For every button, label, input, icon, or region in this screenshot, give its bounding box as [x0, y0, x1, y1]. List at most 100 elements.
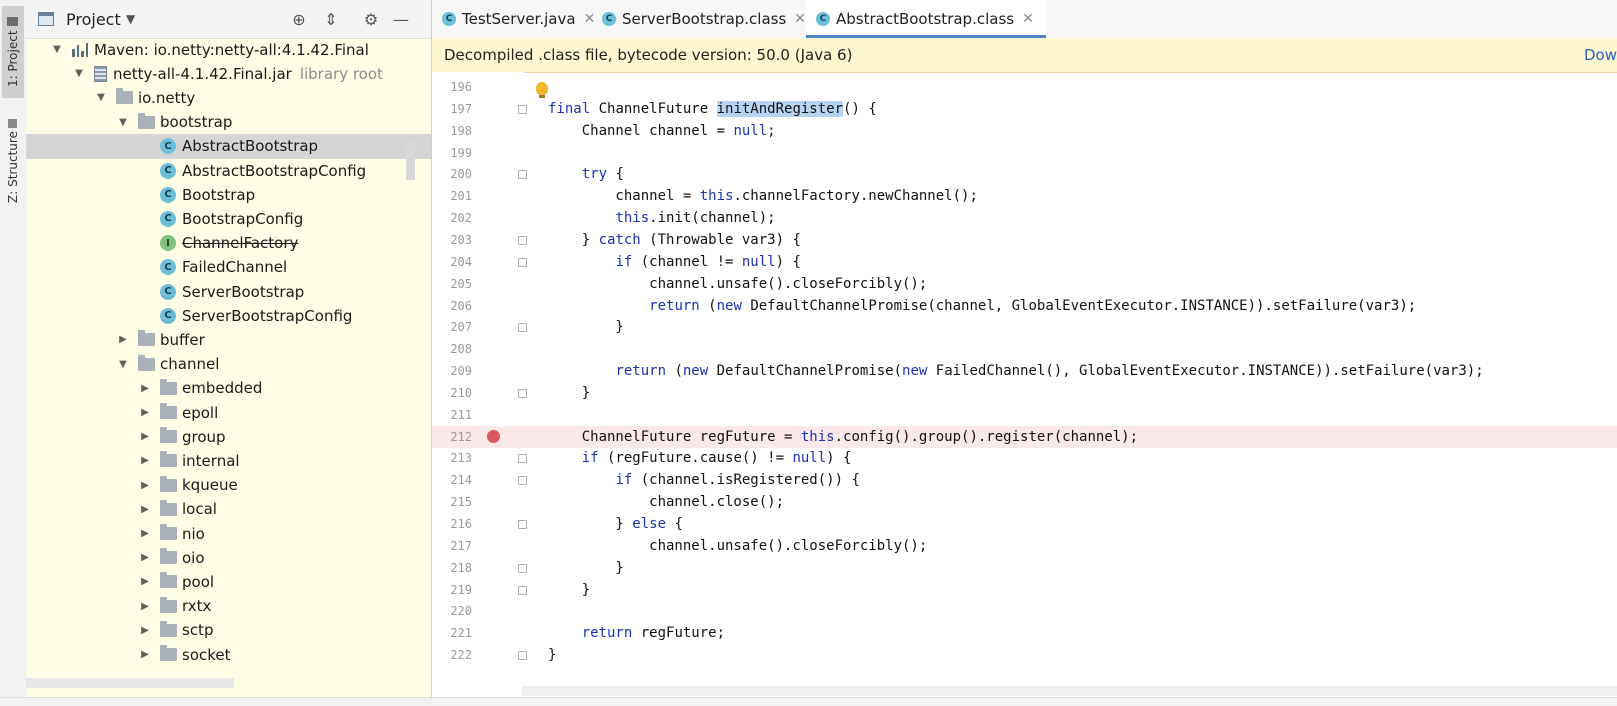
- tree-item[interactable]: ▶CBootstrapConfig: [26, 206, 431, 231]
- line-number[interactable]: 209: [432, 360, 472, 382]
- code-line[interactable]: 220: [432, 600, 1617, 622]
- line-number[interactable]: 202: [432, 207, 472, 229]
- project-tool-tab[interactable]: 1: Project: [2, 6, 24, 98]
- code-line[interactable]: 200 try {: [432, 163, 1617, 185]
- download-sources-link[interactable]: Dow: [1584, 46, 1617, 64]
- tree-item[interactable]: ▶IChannelFactory: [26, 231, 431, 256]
- code-line[interactable]: 212 ChannelFuture regFuture = this.confi…: [432, 425, 1617, 448]
- line-number[interactable]: 217: [432, 535, 472, 557]
- tree-item[interactable]: ▶ pool: [26, 569, 431, 594]
- code-line[interactable]: 198 Channel channel = null;: [432, 120, 1617, 142]
- line-number[interactable]: 216: [432, 513, 472, 535]
- tree-item[interactable]: ▶ socket: [26, 642, 431, 667]
- tree-item[interactable]: ▶CFailedChannel: [26, 255, 431, 280]
- line-number[interactable]: 220: [432, 600, 472, 622]
- fold-marker-icon[interactable]: [518, 170, 527, 180]
- line-number[interactable]: 199: [432, 142, 472, 164]
- fold-marker-icon[interactable]: [518, 476, 527, 486]
- code-line[interactable]: 205 channel.unsafe().closeForcibly();: [432, 273, 1617, 295]
- tree-horizontal-scrollbar[interactable]: [26, 678, 234, 688]
- tree-item[interactable]: ▶CAbstractBootstrap: [26, 133, 431, 159]
- tree-item[interactable]: ▶ rxtx: [26, 594, 431, 619]
- tree-item[interactable]: ▼ channel: [26, 352, 431, 377]
- tree-item[interactable]: ▶ buffer: [26, 327, 431, 352]
- fold-marker-icon[interactable]: [518, 104, 527, 114]
- lightbulb-icon[interactable]: [536, 82, 548, 98]
- tree-item[interactable]: ▶CBootstrap: [26, 182, 431, 207]
- line-number[interactable]: 196: [432, 76, 472, 98]
- line-number[interactable]: 204: [432, 251, 472, 273]
- line-number[interactable]: 206: [432, 295, 472, 317]
- expand-arrow-icon[interactable]: ▼: [72, 68, 86, 79]
- code-line[interactable]: 209 return (new DefaultChannelPromise(ne…: [432, 360, 1617, 382]
- gear-icon[interactable]: ⚙: [360, 8, 382, 30]
- code-line[interactable]: 213 if (regFuture.cause() != null) {: [432, 447, 1617, 469]
- tree-scrollbar[interactable]: [406, 140, 415, 180]
- tree-item[interactable]: ▶ group: [26, 424, 431, 449]
- tree-item[interactable]: ▼ bootstrap: [26, 110, 431, 135]
- collapse-arrow-icon[interactable]: ▶: [138, 625, 152, 636]
- project-view-selector[interactable]: Project: [66, 10, 121, 29]
- tree-item[interactable]: ▶ embedded: [26, 376, 431, 401]
- tree-item[interactable]: ▶ oio: [26, 545, 431, 570]
- fold-marker-icon[interactable]: [518, 235, 527, 245]
- code-line[interactable]: 210 }: [432, 382, 1617, 404]
- line-number[interactable]: 201: [432, 185, 472, 207]
- fold-marker-icon[interactable]: [518, 454, 527, 464]
- tree-item[interactable]: ▼ netty-all-4.1.42.Final.jar library root: [26, 61, 431, 86]
- line-number[interactable]: 197: [432, 98, 472, 120]
- tree-item[interactable]: ▼ Maven: io.netty:netty-all:4.1.42.Final: [26, 37, 431, 62]
- code-line[interactable]: 211: [432, 404, 1617, 426]
- collapse-arrow-icon[interactable]: ▶: [138, 431, 152, 442]
- tree-item[interactable]: ▶CServerBootstrap: [26, 279, 431, 304]
- tree-item[interactable]: ▶ epoll: [26, 400, 431, 425]
- collapse-arrow-icon[interactable]: ▶: [138, 649, 152, 660]
- collapse-arrow-icon[interactable]: ▶: [138, 383, 152, 394]
- line-number[interactable]: 200: [432, 163, 472, 185]
- collapse-arrow-icon[interactable]: ▶: [138, 480, 152, 491]
- code-line[interactable]: 196: [432, 76, 1617, 98]
- line-number[interactable]: 222: [432, 644, 472, 666]
- tab-abstractbootstrap-class[interactable]: C AbstractBootstrap.class ✕: [806, 0, 1046, 38]
- fold-marker-icon[interactable]: [518, 257, 527, 267]
- code-line[interactable]: 202 this.init(channel);: [432, 207, 1617, 229]
- code-line[interactable]: 197 final ChannelFuture initAndRegister()…: [432, 98, 1617, 120]
- tree-item[interactable]: ▶ internal: [26, 448, 431, 473]
- collapse-arrow-icon[interactable]: ▶: [116, 334, 130, 345]
- tree-item[interactable]: ▶ nio: [26, 521, 431, 546]
- line-number[interactable]: 221: [432, 622, 472, 644]
- tree-item[interactable]: ▶ sctp: [26, 618, 431, 643]
- code-line[interactable]: 199: [432, 142, 1617, 164]
- editor-horizontal-scrollbar[interactable]: [522, 686, 1617, 696]
- fold-marker-icon[interactable]: [518, 520, 527, 529]
- line-number[interactable]: 205: [432, 273, 472, 295]
- minimize-icon[interactable]: —: [390, 8, 412, 30]
- close-icon[interactable]: ✕: [1022, 11, 1034, 27]
- code-line[interactable]: 215 channel.close();: [432, 491, 1617, 513]
- code-line[interactable]: 218 }: [432, 557, 1617, 579]
- code-line[interactable]: 216 } else {: [432, 513, 1617, 535]
- tree-item[interactable]: ▼ io.netty: [26, 85, 431, 110]
- code-line[interactable]: 222}: [432, 644, 1617, 666]
- line-number[interactable]: 207: [432, 316, 472, 338]
- code-line[interactable]: 217 channel.unsafe().closeForcibly();: [432, 535, 1617, 557]
- code-line[interactable]: 208: [432, 338, 1617, 360]
- collapse-arrow-icon[interactable]: ▶: [138, 455, 152, 466]
- code-line[interactable]: 206 return (new DefaultChannelPromise(ch…: [432, 295, 1617, 317]
- code-line[interactable]: 214 if (channel.isRegistered()) {: [432, 469, 1617, 491]
- expand-arrow-icon[interactable]: ▼: [116, 359, 130, 370]
- line-number[interactable]: 210: [432, 382, 472, 404]
- line-number[interactable]: 214: [432, 469, 472, 491]
- collapse-arrow-icon[interactable]: ▶: [138, 528, 152, 539]
- expand-arrow-icon[interactable]: ▼: [94, 92, 108, 103]
- collapse-arrow-icon[interactable]: ▶: [138, 552, 152, 563]
- line-number[interactable]: 211: [432, 404, 472, 426]
- expand-arrow-icon[interactable]: ▼: [50, 44, 64, 55]
- code-line[interactable]: 207 }: [432, 316, 1617, 338]
- collapse-arrow-icon[interactable]: ▶: [138, 601, 152, 612]
- fold-marker-icon[interactable]: [518, 651, 527, 661]
- tree-item[interactable]: ▶CAbstractBootstrapConfig: [26, 158, 431, 183]
- fold-marker-icon[interactable]: [518, 388, 527, 398]
- fold-marker-icon[interactable]: [518, 585, 527, 595]
- locate-icon[interactable]: ⊕: [288, 8, 310, 30]
